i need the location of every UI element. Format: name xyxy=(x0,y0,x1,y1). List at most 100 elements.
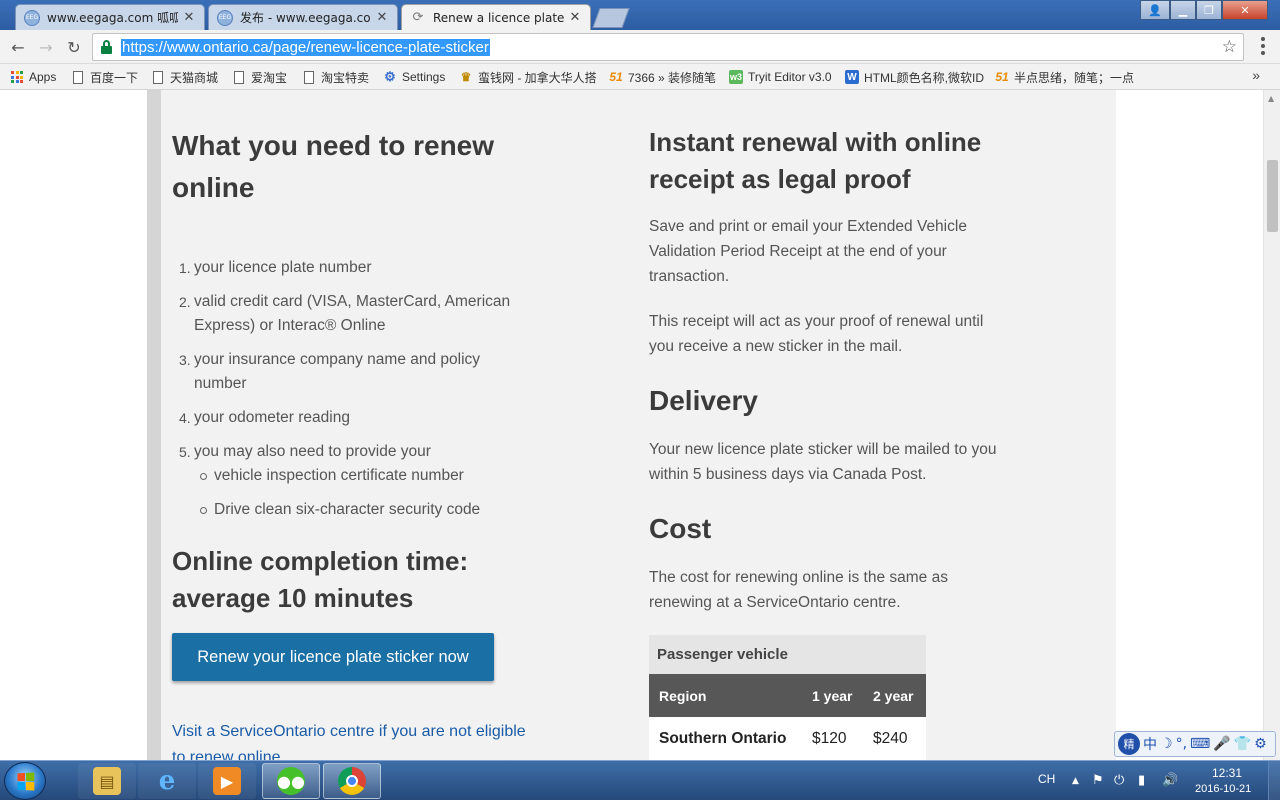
eegaga-icon: EEG xyxy=(24,9,40,26)
start-button[interactable] xyxy=(4,762,46,800)
system-tray: CH ▲ ⚑ ⏻ ▮ 🔊 12:31 2016-10-21 xyxy=(1030,761,1280,800)
ime-logo-icon[interactable]: 精 xyxy=(1118,733,1140,755)
bookmark-settings[interactable]: ⚙ Settings xyxy=(383,68,445,86)
user-icon[interactable]: 👤 xyxy=(1140,0,1170,20)
bookmark-tmall[interactable]: 天猫商城 xyxy=(153,68,218,86)
minimize-icon[interactable]: ▁ xyxy=(1170,0,1196,20)
bookmark-label: 半点思绪，随笔；一点 xyxy=(1014,70,1135,85)
punctuation-icon[interactable]: °, xyxy=(1176,736,1187,752)
apps-grid-icon xyxy=(10,70,24,84)
tab-renew-licence[interactable]: ⟳ Renew a licence plate stic ✕ xyxy=(401,4,591,30)
list-item: 4. your odometer reading xyxy=(179,409,350,426)
table-row: Southern Ontario $120 $240 xyxy=(649,717,926,760)
bookmark-tryit[interactable]: w3 Tryit Editor v3.0 xyxy=(729,68,832,86)
bookmark-apps[interactable]: Apps xyxy=(10,68,56,86)
skin-icon[interactable]: 👕 xyxy=(1234,736,1251,752)
show-hidden-icons-icon[interactable]: ▲ xyxy=(1072,776,1079,786)
power-icon[interactable]: ⏻ xyxy=(1114,773,1124,788)
forward-arrow-icon[interactable]: → xyxy=(35,37,57,57)
bookmark-suibi[interactable]: 51 半点思绪，随笔；一点 xyxy=(995,68,1134,86)
eegaga-icon: EEG xyxy=(217,9,233,26)
close-icon[interactable]: ✕ xyxy=(375,10,389,25)
gear-icon[interactable]: ⚙ xyxy=(1254,736,1267,752)
instant-renewal-heading: Instant renewal with online receipt as l… xyxy=(649,127,982,194)
chinese-mode-icon[interactable]: 中 xyxy=(1143,734,1157,754)
file-explorer-button[interactable]: ▤ xyxy=(78,763,136,799)
list-item: 2. valid credit card (VISA, MasterCard, A… xyxy=(179,293,511,334)
delivery-paragraph: Your new licence plate sticker will be m… xyxy=(649,441,997,483)
back-arrow-icon[interactable]: ← xyxy=(7,37,29,57)
close-icon[interactable]: ✕ xyxy=(182,10,196,25)
internet-explorer-icon: e xyxy=(158,766,176,796)
renew-sticker-button[interactable]: Renew your licence plate sticker now xyxy=(172,633,494,681)
restore-icon[interactable]: ❐ xyxy=(1196,0,1222,20)
window-close-icon[interactable]: ✕ xyxy=(1222,0,1268,20)
serviceontario-link[interactable]: Visit a ServiceOntario centre if you are… xyxy=(172,719,552,760)
bookmark-taobao-sale[interactable]: 淘宝特卖 xyxy=(304,68,369,86)
scrollbar-thumb[interactable] xyxy=(1267,160,1278,232)
bookmark-label: 淘宝特卖 xyxy=(321,70,370,85)
bookmark-label: 百度一下 xyxy=(90,70,139,85)
close-icon[interactable]: ✕ xyxy=(568,10,582,25)
w-icon: W xyxy=(845,70,859,84)
chrome-icon xyxy=(338,767,366,795)
scroll-up-icon[interactable]: ▲ xyxy=(1268,94,1274,103)
wechat-button[interactable]: ●● xyxy=(262,763,320,799)
cost-table: Passenger vehicle Region 1 year 2 year S… xyxy=(649,635,926,760)
ime-toolbar: 精 中 ☽ °, ⌨ 🎤 👕 ⚙ xyxy=(1114,731,1276,757)
volume-icon[interactable]: 🔊 xyxy=(1162,773,1178,788)
url-text[interactable]: https://www.ontario.ca/page/renew-licenc… xyxy=(121,39,490,56)
microphone-icon[interactable]: 🎤 xyxy=(1213,736,1230,752)
keyboard-icon[interactable]: ⌨ xyxy=(1190,736,1210,752)
page-icon xyxy=(153,70,163,84)
star-bookmark-icon[interactable]: ☆ xyxy=(1222,37,1237,57)
reload-icon[interactable]: ↻ xyxy=(63,37,85,57)
requirements-list: 1. your licence plate number 2. valid cred… xyxy=(171,256,531,532)
tab-eegaga-1[interactable]: EEG www.eegaga.com 呱呱唧 ✕ xyxy=(15,4,205,30)
bookmark-7366[interactable]: 51 7366 » 装修随笔 xyxy=(609,68,716,86)
table-header: Region 1 year 2 year xyxy=(649,674,926,717)
show-desktop-button[interactable] xyxy=(1268,761,1280,800)
bookmark-baidu[interactable]: 百度一下 xyxy=(73,68,138,86)
lock-icon xyxy=(101,40,112,54)
bookmark-label: HTML颜色名称,微软ID xyxy=(864,70,985,85)
cost-paragraph: The cost for renewing online is the same… xyxy=(649,569,948,611)
moon-icon[interactable]: ☽ xyxy=(1160,736,1173,752)
windows-logo-icon xyxy=(17,772,34,790)
list-item: 5. you may also need to provide your vehi… xyxy=(171,440,531,522)
bookmark-label: 爱淘宝 xyxy=(251,70,288,85)
bookmark-label: Settings xyxy=(402,70,446,84)
chrome-button[interactable] xyxy=(323,763,381,799)
header-2-year: 2 year xyxy=(873,687,914,704)
cell-2-year: $240 xyxy=(873,730,908,747)
bookmark-label: 天猫商城 xyxy=(170,70,219,85)
media-player-button[interactable]: ▶ xyxy=(198,763,256,799)
chevron-double-right-icon[interactable]: » xyxy=(1252,67,1260,83)
51-icon: 51 xyxy=(995,70,1009,84)
address-bar[interactable]: https://www.ontario.ca/page/renew-licenc… xyxy=(92,33,1244,61)
file-explorer-icon: ▤ xyxy=(93,767,121,795)
list-item: 3. your insurance company name and policy… xyxy=(179,351,481,392)
bookmark-label: Apps xyxy=(29,70,57,84)
vertical-scrollbar[interactable]: ▲ xyxy=(1263,90,1280,760)
clock-date[interactable]: 2016-10-21 xyxy=(1195,783,1251,795)
internet-explorer-button[interactable]: e xyxy=(138,763,196,799)
chrome-menu-icon[interactable] xyxy=(1256,36,1270,56)
language-indicator[interactable]: CH xyxy=(1038,772,1055,786)
window-controls: 👤 ▁ ❐ ✕ xyxy=(1140,0,1268,20)
bookmark-label: Tryit Editor v3.0 xyxy=(748,70,832,84)
wechat-icon: ●● xyxy=(277,767,305,795)
bookmark-html-colors[interactable]: W HTML颜色名称,微软ID xyxy=(845,68,984,86)
bookmark-aitaobao[interactable]: 爱淘宝 xyxy=(234,68,287,86)
network-icon[interactable]: ▮ xyxy=(1138,773,1145,788)
tab-eegaga-2[interactable]: EEG 发布 - www.eegaga.com ✕ xyxy=(208,4,398,30)
sub-list: vehicle inspection certificate number Dr… xyxy=(194,464,531,522)
flag-icon[interactable]: ⚑ xyxy=(1092,773,1104,788)
clock-time[interactable]: 12:31 xyxy=(1212,766,1242,780)
list-item: 1. your licence plate number xyxy=(179,259,372,276)
new-tab-button[interactable] xyxy=(592,8,630,28)
tab-title: 发布 - www.eegaga.com xyxy=(240,11,371,25)
page-content: What you need to renew online 1. your lic… xyxy=(147,90,1116,760)
media-player-icon: ▶ xyxy=(213,767,241,795)
bookmark-manqian[interactable]: ♛ 蛮钱网 - 加拿大华人搭 xyxy=(459,68,597,86)
